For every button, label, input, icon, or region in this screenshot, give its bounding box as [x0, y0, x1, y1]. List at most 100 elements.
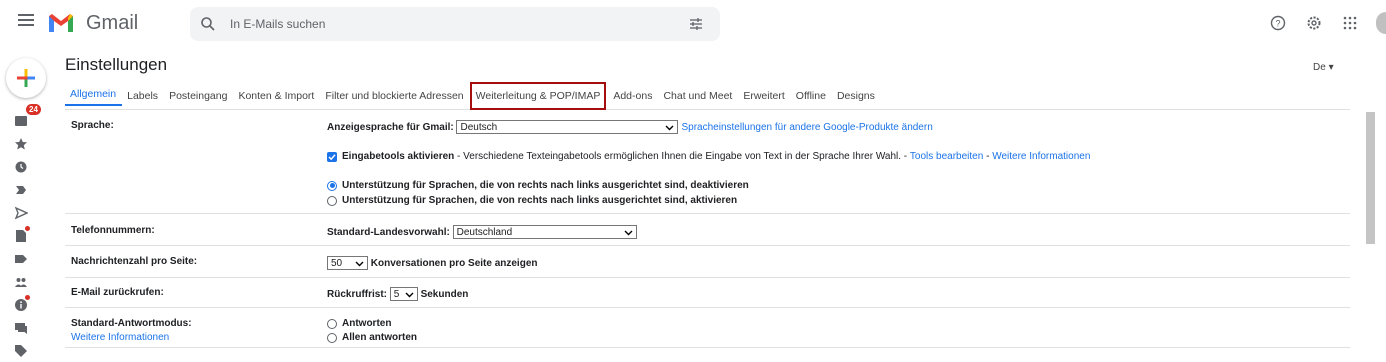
tab-forwarding-pop-imap[interactable]: Weiterleitung & POP/IMAP: [469, 81, 607, 110]
rtl-on-option: Unterstützung für Sprachen, die von rech…: [327, 195, 737, 206]
page-title: Einstellungen: [65, 55, 168, 74]
important-icon: [16, 186, 26, 194]
draft-icon: [16, 230, 26, 242]
reply-option: Antworten: [327, 318, 391, 329]
more-info-link[interactable]: Weitere Informationen: [992, 151, 1090, 162]
language-toggle-label: De: [1313, 62, 1326, 73]
page-size-value: 50: [331, 257, 343, 269]
tab-advanced[interactable]: Erweitert: [738, 88, 790, 104]
display-language-select[interactable]: Deutsch: [456, 120, 679, 134]
settings-content: Sprache: Anzeigesprache für Gmail: Deuts…: [65, 110, 1350, 348]
tab-general[interactable]: Allgemein: [65, 86, 123, 106]
avatar[interactable]: [1376, 12, 1386, 34]
vertical-scrollbar[interactable]: [1366, 112, 1375, 244]
country-code-label: Standard-Landesvorwahl:: [327, 226, 450, 238]
tab-accounts-import[interactable]: Konten & Import: [233, 88, 320, 104]
country-code-value: Deutschland: [456, 226, 513, 238]
language-label: Sprache:: [71, 120, 114, 131]
rtl-off-radio[interactable]: [327, 180, 337, 191]
rail-social[interactable]: [14, 273, 42, 291]
setting-row-page-size: Nachrichtenzahl pro Seite: 50 Konversati…: [65, 246, 1350, 278]
clock-icon: [15, 161, 27, 173]
tab-themes[interactable]: Designs: [832, 88, 881, 104]
rtl-on-radio[interactable]: [327, 195, 337, 206]
reply-radio[interactable]: [327, 318, 337, 329]
setting-row-undo-send: E-Mail zurückrufen: Rückruffrist: 5 Seku…: [65, 278, 1350, 308]
tab-offline[interactable]: Offline: [791, 88, 832, 104]
app-name: Gmail: [86, 12, 139, 34]
reply-all-label[interactable]: Allen antworten: [342, 332, 417, 343]
rail-updates[interactable]: [14, 295, 42, 314]
display-language-label: Anzeigesprache für Gmail:: [327, 121, 454, 133]
rail-label[interactable]: [14, 250, 42, 268]
tag-icon: [15, 345, 27, 357]
rail-inbox[interactable]: 24: [14, 104, 42, 130]
apps-grid-icon[interactable]: [1340, 13, 1360, 33]
chevron-down-icon: [405, 292, 414, 298]
settings-gear-icon[interactable]: [1304, 13, 1324, 33]
edit-tools-link[interactable]: Tools bearbeiten: [910, 151, 983, 162]
settings-tabs: Allgemein Labels Posteingang Konten & Im…: [65, 81, 1350, 110]
input-tools-line: Eingabetools aktivieren - Verschiedene T…: [327, 151, 1090, 162]
chevron-down-icon: [355, 261, 364, 267]
star-icon: [15, 138, 27, 150]
setting-row-reply-mode: Standard-Antwortmodus: Weitere Informati…: [65, 308, 1350, 348]
people-icon: [15, 278, 27, 287]
page-size-label: Nachrichtenzahl pro Seite:: [71, 256, 198, 267]
rail-sent[interactable]: [14, 204, 42, 222]
reply-all-option: Allen antworten: [327, 332, 417, 343]
reply-label[interactable]: Antworten: [342, 318, 391, 329]
input-tools-checkbox[interactable]: [327, 151, 337, 162]
country-code-select[interactable]: Deutschland: [452, 225, 637, 239]
rail-starred[interactable]: [14, 135, 42, 153]
gmail-logo[interactable]: [47, 12, 75, 34]
undo-send-suffix: Sekunden: [420, 288, 469, 300]
rail-promotions[interactable]: [14, 342, 42, 360]
top-bar: Gmail ?: [0, 0, 1386, 48]
page-size-suffix: Konversationen pro Seite anzeigen: [370, 257, 538, 269]
tab-filters[interactable]: Filter und blockierte Adressen: [320, 88, 469, 104]
other-products-language-link[interactable]: Spracheinstellungen für andere Google-Pr…: [681, 122, 932, 133]
reply-mode-more-info-link[interactable]: Weitere Informationen: [71, 332, 169, 343]
updates-dot: [25, 295, 30, 300]
left-rail: 24: [14, 104, 42, 362]
tab-addons[interactable]: Add-ons: [608, 88, 658, 104]
forum-icon: [15, 323, 27, 334]
display-language-value: Deutsch: [460, 121, 498, 133]
rail-important[interactable]: [14, 181, 42, 199]
phone-label: Telefonnummern:: [71, 225, 155, 236]
rtl-off-label[interactable]: Unterstützung für Sprachen, die von rech…: [342, 180, 749, 191]
chevron-down-icon: [624, 230, 633, 236]
input-tools-label: Eingabetools aktivieren: [342, 151, 455, 162]
tab-labels[interactable]: Labels: [122, 88, 164, 104]
undo-send-line: Rückruffrist: 5 Sekunden: [327, 287, 468, 301]
rail-forums[interactable]: [14, 319, 42, 337]
undo-send-prefix: Rückruffrist:: [327, 288, 388, 300]
rail-snoozed[interactable]: [14, 158, 42, 176]
compose-button[interactable]: [6, 58, 46, 98]
search-input[interactable]: [230, 15, 670, 33]
reply-all-radio[interactable]: [327, 332, 337, 343]
country-code-line: Standard-Landesvorwahl: Deutschland: [327, 225, 637, 239]
tab-chat-meet[interactable]: Chat und Meet: [658, 88, 738, 104]
input-tools-toggle[interactable]: De ▾: [1313, 62, 1334, 73]
separator: -: [983, 151, 993, 162]
main-menu-icon[interactable]: [18, 14, 34, 26]
help-icon[interactable]: ?: [1268, 13, 1288, 33]
display-language-line: Anzeigesprache für Gmail: Deutsch Sprach…: [327, 120, 933, 134]
rail-drafts[interactable]: [14, 226, 42, 245]
chevron-down-icon: [665, 125, 674, 131]
dropdown-arrow-icon: ▾: [1328, 62, 1334, 73]
undo-send-value: 5: [393, 288, 400, 300]
search-icon[interactable]: [200, 16, 216, 32]
search-options-icon[interactable]: [688, 16, 704, 32]
svg-text:?: ?: [1275, 19, 1280, 29]
undo-send-select[interactable]: 5: [389, 287, 418, 301]
tab-inbox[interactable]: Posteingang: [164, 88, 233, 104]
page-size-select[interactable]: 50: [327, 256, 368, 270]
rtl-on-label[interactable]: Unterstützung für Sprachen, die von rech…: [342, 195, 737, 206]
info-icon: [15, 299, 27, 311]
reply-mode-label: Standard-Antwortmodus:: [71, 318, 192, 329]
setting-row-phone: Telefonnummern: Standard-Landesvorwahl: …: [65, 214, 1350, 246]
search-bar[interactable]: [190, 7, 720, 41]
